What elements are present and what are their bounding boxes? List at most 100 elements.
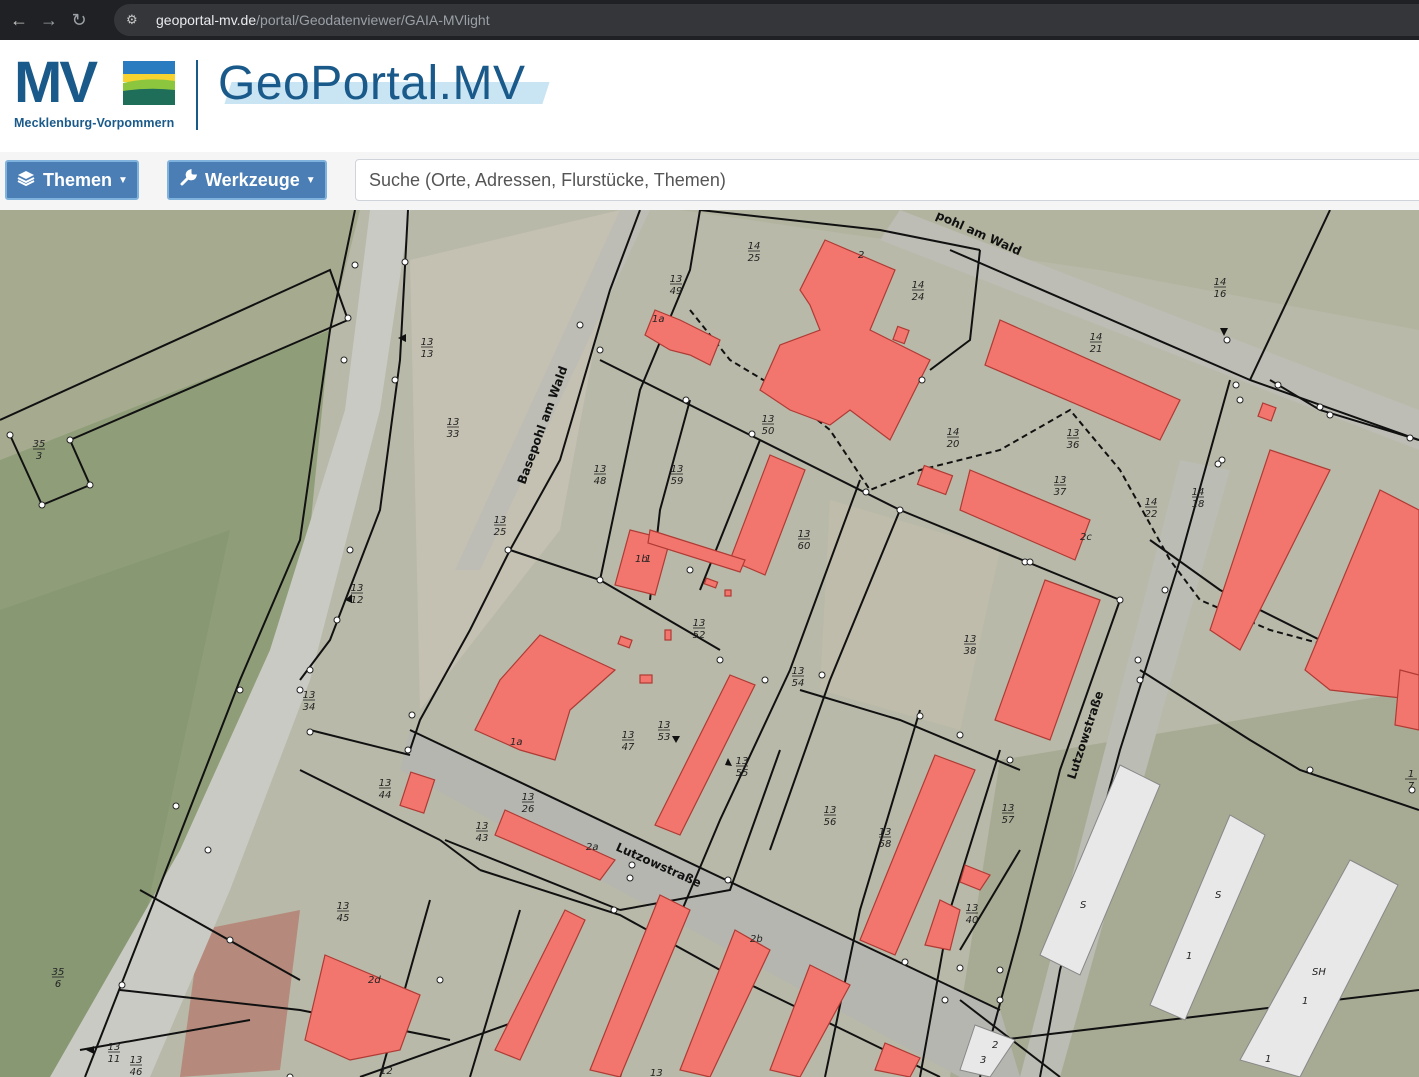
parcel-number-bottom: 33 <box>447 429 460 440</box>
house-number: S <box>1080 900 1087 911</box>
house-number: 1 <box>1186 951 1192 962</box>
parcel-number-top: 14 <box>1214 277 1227 288</box>
wrench-icon <box>179 168 198 192</box>
house-number: 1 <box>1265 1054 1271 1065</box>
parcel-number-top: 13 <box>693 618 706 629</box>
map-viewer[interactable]: pohl am Wald Basepohl am Wald Lutzowstra… <box>0 210 1419 1077</box>
parcel-number-bottom: 25 <box>494 527 507 538</box>
house-number: 2d <box>368 975 381 986</box>
parcel-number-bottom: 16 <box>1214 289 1227 300</box>
parcel-number-top: 14 <box>947 427 960 438</box>
browser-toolbar: ← → ↻ ⚙ geoportal-mv.de/portal/Geodatenv… <box>0 0 1419 40</box>
parcel-number-bottom: 49 <box>670 286 683 297</box>
parcel-number-bottom: 50 <box>762 426 775 437</box>
parcel-number-bottom: 3 <box>36 451 42 462</box>
search-input[interactable] <box>369 169 1419 191</box>
house-number: 1 <box>1302 996 1308 1007</box>
parcel-number-top: 13 <box>522 792 535 803</box>
parcel-number-bottom: 56 <box>824 817 837 828</box>
parcel-number-top: 13 <box>762 414 775 425</box>
house-number: 2 <box>858 250 864 261</box>
map-canvas[interactable]: pohl am Wald Basepohl am Wald Lutzowstra… <box>0 210 1419 1077</box>
parcel-number-bottom: 6 <box>55 979 61 990</box>
parcel-number-top: 35 <box>52 967 65 978</box>
house-number: 13 <box>650 1068 663 1077</box>
house-number: 2c <box>1080 532 1092 543</box>
werkzeuge-label: Werkzeuge <box>205 169 300 190</box>
parcel-number-bottom: 53 <box>658 732 671 743</box>
forward-icon[interactable]: → <box>34 5 64 35</box>
house-number: 2b <box>750 934 763 945</box>
parcel-number-top: 14 <box>748 241 761 252</box>
parcel-number-top: 13 <box>1002 803 1015 814</box>
themen-label: Themen <box>43 169 113 190</box>
parcel-number-bottom: 43 <box>476 833 489 844</box>
parcel-number-top: 14 <box>1145 497 1158 508</box>
parcel-number-bottom: 34 <box>303 702 316 713</box>
mv-logo[interactable]: MV Mecklenburg-Vorpommern <box>14 54 175 130</box>
house-number: 1b <box>635 554 648 565</box>
parcel-number-bottom: 13 <box>421 349 434 360</box>
house-number: SH <box>1312 967 1326 978</box>
house-number: S <box>1215 890 1222 901</box>
parcel-number-bottom: 58 <box>879 839 892 850</box>
parcel-number-bottom: 57 <box>1002 815 1015 826</box>
parcel-number-top: 13 <box>337 901 350 912</box>
parcel-number-top: 13 <box>622 730 635 741</box>
parcel-number-top: 13 <box>1054 475 1067 486</box>
house-number: 2 <box>992 1040 998 1051</box>
parcel-number-top: 13 <box>351 583 364 594</box>
parcel-number-bottom: 38 <box>964 646 977 657</box>
parcel-number-bottom: 26 <box>522 804 535 815</box>
geoportal-logo[interactable]: GeoPortal.MV <box>218 56 550 111</box>
parcel-number-bottom: 52 <box>693 630 706 641</box>
parcel-number-top: 13 <box>670 274 683 285</box>
parcel-number-bottom: 37 <box>1054 487 1067 498</box>
parcel-number-bottom: 21 <box>1090 344 1103 355</box>
parcel-number-bottom: 36 <box>1067 440 1080 451</box>
parcel-number-top: 13 <box>671 464 684 475</box>
parcel-number-bottom: 12 <box>351 595 364 606</box>
house-number: 1a <box>652 314 665 325</box>
parcel-number-top: 13 <box>108 1042 121 1053</box>
parcel-number-top: 13 <box>447 417 460 428</box>
parcel-number-top: 13 <box>964 634 977 645</box>
parcel-number-bottom: 11 <box>108 1054 121 1065</box>
header-divider <box>196 60 198 130</box>
site-header: MV Mecklenburg-Vorpommern GeoPortal.MV <box>0 40 1419 152</box>
url-text[interactable]: geoportal-mv.de/portal/Geodatenviewer/GA… <box>156 12 490 28</box>
parcel-number-top: 13 <box>798 529 811 540</box>
parcel-number-top: 13 <box>879 827 892 838</box>
map-toolbar: Themen ▼ Werkzeuge ▼ <box>0 152 1419 210</box>
caret-down-icon: ▼ <box>118 174 128 186</box>
parcel-number-top: 13 <box>421 337 434 348</box>
house-number: 3 <box>980 1055 986 1066</box>
parcel-number-top: 14 <box>912 280 925 291</box>
house-number: 2a <box>586 842 599 853</box>
parcel-number-top: 14 <box>1090 332 1103 343</box>
parcel-number-bottom: 40 <box>966 915 979 926</box>
parcel-number-top: 13 <box>824 805 837 816</box>
parcel-number-bottom: 46 <box>130 1067 143 1077</box>
parcel-number-bottom: 7 <box>1408 781 1415 792</box>
parcel-number-bottom: 45 <box>337 913 350 924</box>
parcel-number-top: 13 <box>379 778 392 789</box>
back-icon[interactable]: ← <box>4 5 34 35</box>
reload-icon[interactable]: ↻ <box>64 5 94 35</box>
site-info-icon[interactable]: ⚙ <box>126 12 146 28</box>
parcel-number-bottom: 44 <box>379 790 392 801</box>
parcel-number-top: 35 <box>33 439 46 450</box>
parcel-number-bottom: 55 <box>736 768 749 779</box>
parcel-number-bottom: 22 <box>1145 509 1158 520</box>
parcel-number-top: 13 <box>792 666 805 677</box>
parcel-number-bottom: 18 <box>1192 499 1205 510</box>
werkzeuge-button[interactable]: Werkzeuge ▼ <box>167 160 327 200</box>
search-field[interactable] <box>355 159 1419 201</box>
themen-button[interactable]: Themen ▼ <box>5 160 139 200</box>
parcel-number-bottom: 59 <box>671 476 684 487</box>
house-number: 12 <box>380 1066 393 1077</box>
parcel-number-top: 13 <box>476 821 489 832</box>
url-host: geoportal-mv.de <box>156 12 257 28</box>
house-number: 1a <box>510 737 523 748</box>
address-bar[interactable]: ⚙ geoportal-mv.de/portal/Geodatenviewer/… <box>114 4 1419 36</box>
